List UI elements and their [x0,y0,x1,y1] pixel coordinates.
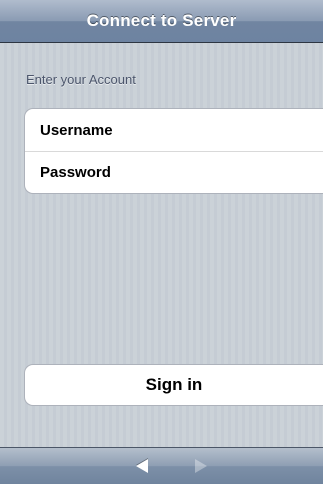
bottom-toolbar [0,447,323,484]
username-label: Username [40,121,113,139]
password-field[interactable]: Password [25,151,323,193]
navigation-bar: Connect to Server [0,0,323,43]
sign-in-label: Sign in [145,375,203,394]
sign-in-button[interactable]: Sign in [24,364,323,406]
forward-arrow-icon[interactable] [195,459,207,473]
page-title: Connect to Server [86,11,237,30]
username-field[interactable]: Username [25,109,323,151]
account-section-header: Enter your Account [26,72,136,87]
back-arrow-icon[interactable] [136,459,148,473]
password-label: Password [40,164,111,181]
account-fields-group: Username Password [24,108,323,194]
connect-to-server-screen: Connect to Server Enter your Account Use… [0,0,323,484]
